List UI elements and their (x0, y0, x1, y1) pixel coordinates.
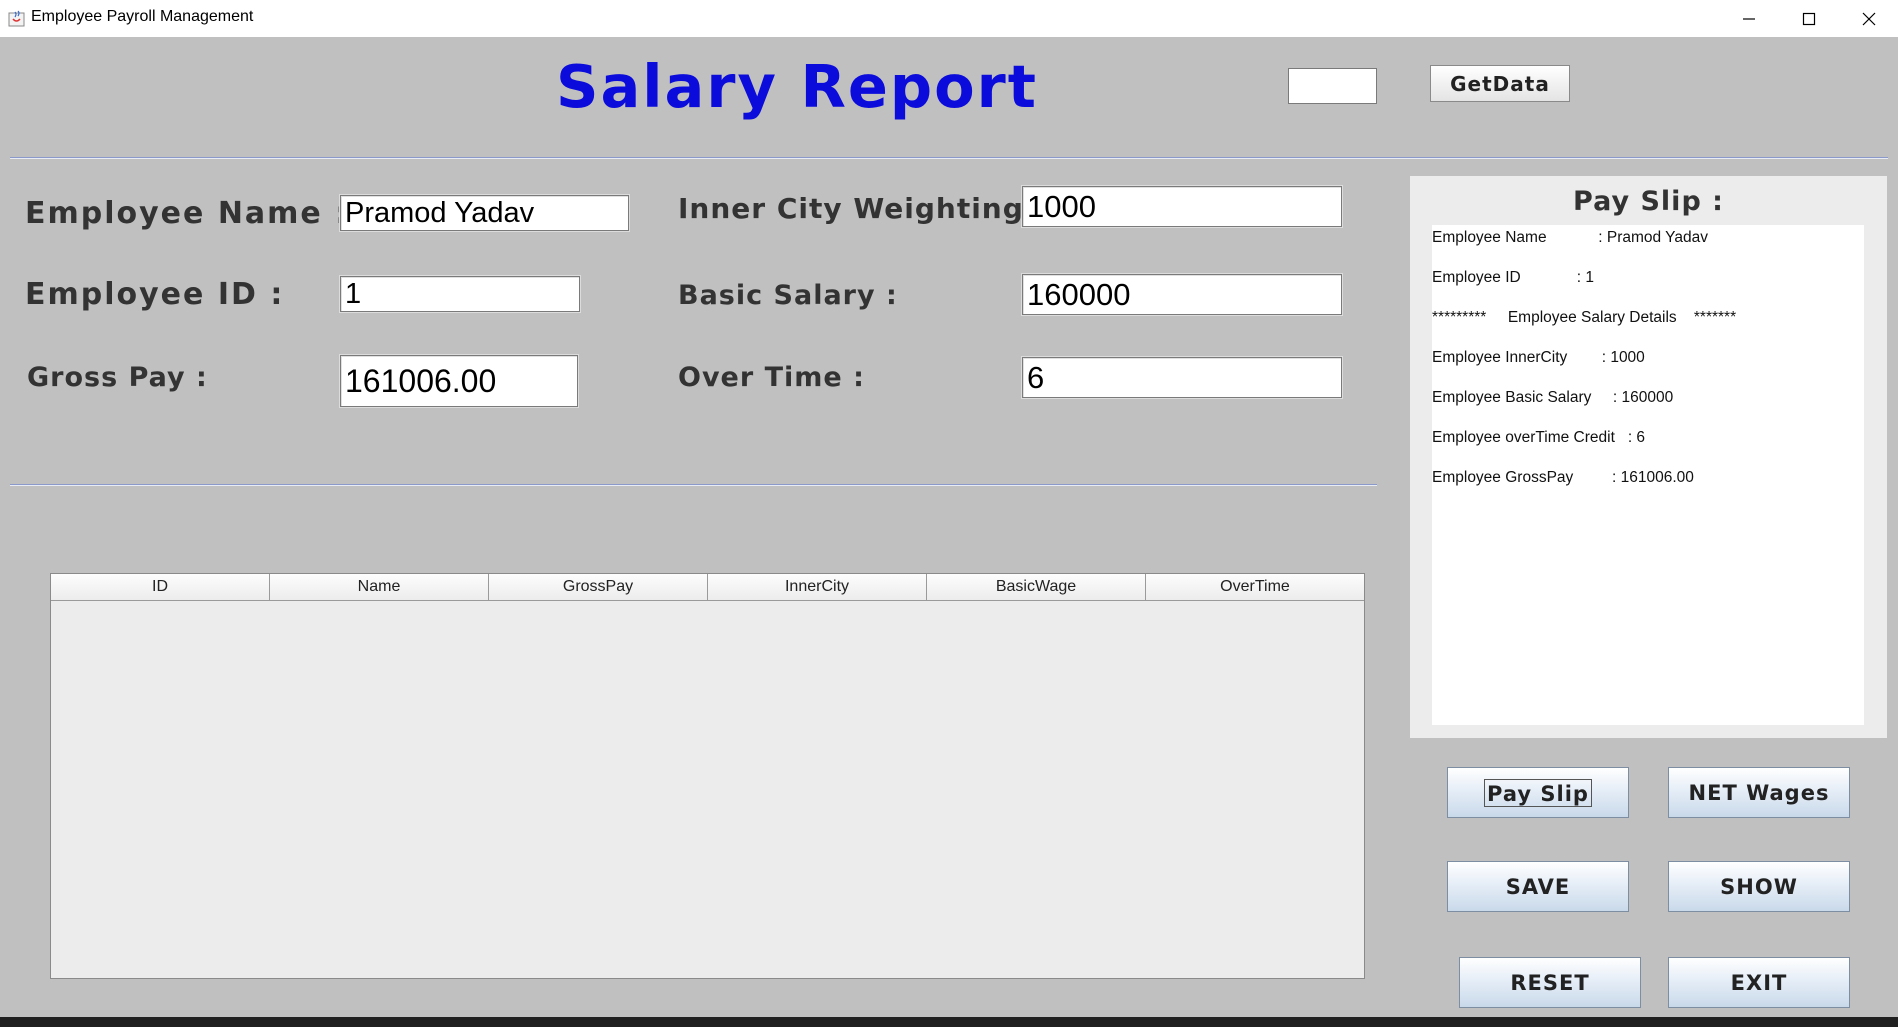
column-header-innercity[interactable]: InnerCity (708, 574, 927, 600)
employee-name-label: Employee Name : (25, 196, 350, 231)
maximize-button[interactable] (1780, 0, 1838, 37)
pay-slip-text-area[interactable]: Employee Name : Pramod Yadav Employee ID… (1432, 225, 1864, 725)
inner-city-field[interactable]: 1000 (1022, 186, 1342, 227)
pay-slip-line: ********* Employee Salary Details ******… (1432, 309, 1737, 326)
getdata-id-input[interactable] (1288, 68, 1377, 104)
page-title: Salary Report (556, 52, 1038, 121)
pay-slip-title: Pay Slip : (1573, 186, 1724, 217)
java-app-icon (8, 9, 25, 27)
table-body (51, 601, 1364, 979)
column-header-overtime[interactable]: OverTime (1146, 574, 1364, 600)
pay-slip-line: Employee Basic Salary : 160000 (1432, 389, 1674, 406)
pay-slip-button-label: Pay Slip (1484, 778, 1592, 807)
employee-id-label: Employee ID : (25, 277, 285, 312)
reset-button[interactable]: RESET (1459, 957, 1641, 1008)
pay-slip-panel: Pay Slip : Employee Name : Pramod Yadav … (1410, 176, 1887, 738)
save-button[interactable]: SAVE (1447, 861, 1629, 912)
pay-slip-line: Employee GrossPay : 161006.00 (1432, 469, 1694, 486)
column-header-id[interactable]: ID (51, 574, 270, 600)
net-wages-button[interactable]: NET Wages (1668, 767, 1850, 818)
close-window-button[interactable] (1840, 0, 1898, 37)
taskbar-edge (0, 1017, 1898, 1027)
minimize-button[interactable] (1720, 0, 1778, 37)
over-time-label: Over Time : (678, 362, 865, 393)
gross-pay-label: Gross Pay : (27, 362, 208, 393)
employee-id-field[interactable]: 1 (340, 276, 580, 312)
pay-slip-line: Employee ID : 1 (1432, 269, 1594, 286)
exit-button[interactable]: EXIT (1668, 957, 1850, 1008)
show-button[interactable]: SHOW (1668, 861, 1850, 912)
gross-pay-field[interactable]: 161006.00 (340, 355, 578, 407)
employee-table[interactable]: ID Name GrossPay InnerCity BasicWage Ove… (50, 573, 1365, 979)
pay-slip-line: Employee Name : Pramod Yadav (1432, 229, 1708, 246)
window-titlebar: Employee Payroll Management (0, 0, 1898, 37)
basic-salary-field[interactable]: 160000 (1022, 274, 1342, 315)
table-header: ID Name GrossPay InnerCity BasicWage Ove… (51, 574, 1364, 601)
middle-separator (10, 484, 1377, 486)
basic-salary-label: Basic Salary : (678, 280, 898, 311)
inner-city-label: Inner City Weighting : (678, 192, 1047, 225)
pay-slip-line: Employee overTime Credit : 6 (1432, 429, 1646, 446)
column-header-basicwage[interactable]: BasicWage (927, 574, 1146, 600)
maximize-icon (1802, 12, 1816, 25)
window-title: Employee Payroll Management (31, 8, 254, 25)
pay-slip-button[interactable]: Pay Slip (1447, 767, 1629, 818)
close-icon (1862, 12, 1876, 25)
minimize-icon (1743, 17, 1755, 20)
top-separator (10, 157, 1888, 159)
pay-slip-line: Employee InnerCity : 1000 (1432, 349, 1645, 366)
over-time-field[interactable]: 6 (1022, 357, 1342, 398)
employee-name-field[interactable]: Pramod Yadav (340, 195, 629, 231)
column-header-name[interactable]: Name (270, 574, 489, 600)
getdata-button[interactable]: GetData (1430, 65, 1570, 102)
column-header-grosspay[interactable]: GrossPay (489, 574, 708, 600)
